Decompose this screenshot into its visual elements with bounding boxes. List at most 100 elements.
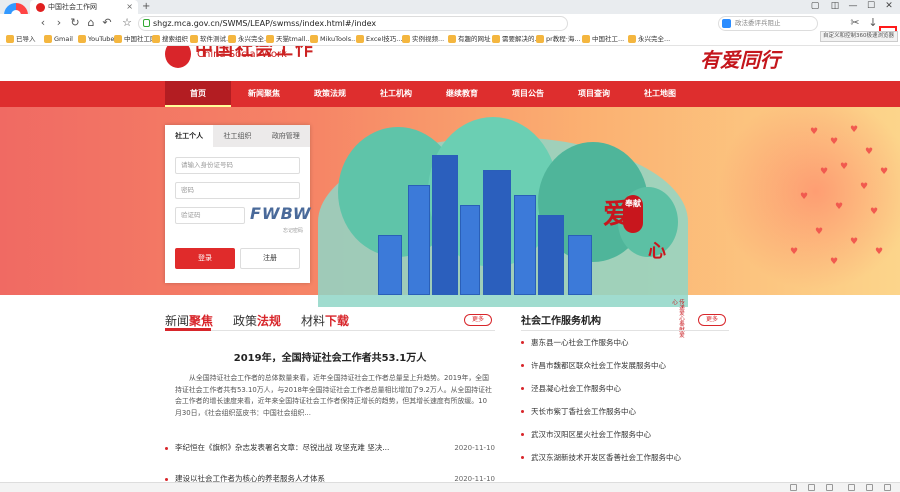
tab-downloads[interactable]: 材料下载 bbox=[301, 312, 349, 329]
nav-item[interactable]: 新闻聚焦 bbox=[231, 81, 297, 107]
bookmark-label: 中国社工... bbox=[592, 35, 625, 43]
undo-close-button[interactable]: ↶ bbox=[100, 16, 114, 30]
heart-icon: ♥ bbox=[815, 227, 824, 237]
banner-small-char: 心 bbox=[648, 241, 666, 262]
bookmark-icon bbox=[356, 35, 364, 43]
status-icon[interactable] bbox=[866, 484, 873, 491]
nav-item[interactable]: 项目公告 bbox=[495, 81, 561, 107]
news-more-button[interactable]: 更多 bbox=[464, 314, 492, 326]
bookmark-item[interactable]: 实例视频... bbox=[402, 34, 444, 44]
orgs-more-button[interactable]: 更多 bbox=[698, 314, 726, 326]
new-tab-button[interactable]: + bbox=[142, 0, 150, 13]
captcha-image[interactable]: FWBW bbox=[250, 204, 311, 226]
login-button[interactable]: 登录 bbox=[175, 248, 235, 269]
login-tab[interactable]: 社工组织 bbox=[213, 125, 261, 147]
search-engine-icon bbox=[722, 19, 731, 28]
heart-icon: ♥ bbox=[840, 162, 849, 172]
bookmark-label: 实例视频... bbox=[412, 35, 445, 43]
news-item-title: 李纪恒在《旗帜》杂志发表署名文章：尽锐出战 攻坚克难 坚决... bbox=[175, 443, 390, 452]
tab-news-focus[interactable]: 新闻聚焦 bbox=[165, 312, 213, 329]
status-icon[interactable] bbox=[790, 484, 797, 491]
search-input[interactable]: 政法委评兵阻止 bbox=[718, 16, 818, 31]
heart-icon: ♥ bbox=[865, 147, 874, 157]
bookmark-icon bbox=[536, 35, 544, 43]
nav-item[interactable]: 首页 bbox=[165, 81, 231, 107]
bookmark-item[interactable]: 已导入 bbox=[6, 34, 36, 44]
org-item[interactable]: 武汉东湖新技术开发区香善社会工作服务中心 bbox=[521, 452, 681, 463]
tab-divider bbox=[165, 330, 495, 331]
id-number-input[interactable]: 请输入身份证号码 bbox=[175, 157, 300, 174]
login-tab[interactable]: 社工个人 bbox=[165, 125, 214, 147]
hearts-decoration: ♥ ♥ ♥ ♥ ♥ ♥ ♥ ♥ ♥ ♥ ♥ ♥ ♥ ♥ ♥ ♥ bbox=[690, 107, 900, 295]
org-item[interactable]: 天长市紫丁香社会工作服务中心 bbox=[521, 406, 636, 417]
bookmark-item[interactable]: 软件测试... bbox=[190, 34, 232, 44]
minimize-button[interactable]: — bbox=[846, 1, 860, 11]
bookmark-star-icon[interactable]: ☆ bbox=[120, 16, 134, 30]
tab-policy[interactable]: 政策法规 bbox=[233, 312, 281, 329]
bookmark-icon bbox=[582, 35, 590, 43]
tab-close-icon[interactable]: × bbox=[126, 0, 133, 14]
heart-icon: ♥ bbox=[875, 247, 884, 257]
download-icon[interactable]: ↓ bbox=[866, 16, 880, 30]
nav-item[interactable]: 社工机构 bbox=[363, 81, 429, 107]
browser-tab-active[interactable]: 中国社会工作网 × bbox=[30, 0, 138, 14]
bookmark-label: 天猫tmall... bbox=[276, 35, 312, 43]
news-headline[interactable]: 2019年，全国持证社会工作者共53.1万人 bbox=[165, 349, 495, 364]
bookmark-item[interactable]: 永兴完全... bbox=[228, 34, 270, 44]
close-window-button[interactable]: ✕ bbox=[882, 1, 896, 11]
address-bar[interactable]: shgz.mca.gov.cn/SWMS/LEAP/swmss/index.ht… bbox=[138, 16, 568, 31]
heart-icon: ♥ bbox=[790, 247, 799, 257]
forgot-password-link[interactable]: 忘记密码 bbox=[283, 227, 303, 234]
home-button[interactable]: ⌂ bbox=[84, 16, 98, 30]
scissors-icon[interactable]: ✂ bbox=[848, 16, 862, 30]
org-item[interactable]: 许昌市魏都区联众社会工作发展服务中心 bbox=[521, 360, 666, 371]
bookmark-item[interactable]: Gmail bbox=[44, 34, 73, 44]
bookmark-item[interactable]: 需要解决的... bbox=[492, 34, 541, 44]
bookmark-item[interactable]: 中国社工网 bbox=[114, 34, 157, 44]
news-item-title: 建设以社会工作者为核心的养老服务人才体系 bbox=[175, 474, 325, 482]
bullet-icon bbox=[165, 447, 168, 450]
nav-item[interactable]: 项目查询 bbox=[561, 81, 627, 107]
bookmark-icon bbox=[152, 35, 160, 43]
org-item[interactable]: 泾县凝心社会工作服务中心 bbox=[521, 383, 621, 394]
org-item[interactable]: 武汉市汉阳区星火社会工作服务中心 bbox=[521, 429, 651, 440]
sidebar-icon[interactable]: ◫ bbox=[828, 1, 842, 11]
bookmark-item[interactable]: 搜索组织 bbox=[152, 34, 188, 44]
status-bar bbox=[0, 482, 900, 492]
bullet-icon bbox=[165, 478, 168, 481]
tab-title: 中国社会工作网 bbox=[48, 3, 97, 11]
maximize-button[interactable]: ☐ bbox=[864, 1, 878, 11]
org-item[interactable]: 惠东县一心社会工作服务中心 bbox=[521, 337, 629, 348]
back-button[interactable]: ‹ bbox=[36, 16, 50, 30]
bookmark-item[interactable]: Excel技巧... bbox=[356, 34, 402, 44]
status-icon[interactable] bbox=[826, 484, 833, 491]
bookmark-item[interactable]: YouTube bbox=[78, 34, 114, 44]
skin-icon[interactable]: ▢ bbox=[808, 1, 822, 11]
hero-banner: ♥ ♥ ♥ ♥ ♥ ♥ ♥ ♥ ♥ ♥ ♥ ♥ ♥ ♥ ♥ ♥ 爱 心 传递爱心奉献爱心 bbox=[0, 107, 900, 338]
news-item[interactable]: 李纪恒在《旗帜》杂志发表署名文章：尽锐出战 攻坚克难 坚决... 2020-11-… bbox=[165, 438, 495, 469]
nav-item[interactable]: 继续教育 bbox=[429, 81, 495, 107]
site-logo[interactable]: 中国社会工作 China Social Work bbox=[165, 46, 315, 68]
register-button[interactable]: 注册 bbox=[240, 248, 300, 269]
nav-item[interactable]: 政策法规 bbox=[297, 81, 363, 107]
bookmark-item[interactable]: 有趣的网址 bbox=[448, 34, 491, 44]
captcha-input[interactable]: 验证码 bbox=[175, 207, 245, 224]
bookmark-label: pr教程·海... bbox=[546, 35, 581, 43]
bookmark-item[interactable]: 永兴完全... bbox=[628, 34, 670, 44]
login-tab[interactable]: 政府管理 bbox=[262, 125, 310, 147]
forward-button[interactable]: › bbox=[52, 16, 66, 30]
speaker-icon[interactable] bbox=[848, 484, 855, 491]
nav-item[interactable]: 社工地图 bbox=[627, 81, 693, 107]
banner-stamp: 奉献 bbox=[623, 195, 643, 233]
status-icon[interactable] bbox=[884, 484, 891, 491]
bookmark-item[interactable]: pr教程·海... bbox=[536, 34, 581, 44]
bookmark-item[interactable]: 天猫tmall... bbox=[266, 34, 312, 44]
news-item-date: 2020-11-10 bbox=[454, 475, 495, 482]
reload-button[interactable]: ↻ bbox=[68, 16, 82, 30]
bookmark-item[interactable]: 中国社工... bbox=[582, 34, 624, 44]
password-input[interactable]: 密码 bbox=[175, 182, 300, 199]
bookmark-icon bbox=[310, 35, 318, 43]
bookmark-item[interactable]: MikuTools... bbox=[310, 34, 357, 44]
status-icon[interactable] bbox=[808, 484, 815, 491]
news-item[interactable]: 建设以社会工作者为核心的养老服务人才体系 2020-11-10 bbox=[165, 469, 495, 482]
